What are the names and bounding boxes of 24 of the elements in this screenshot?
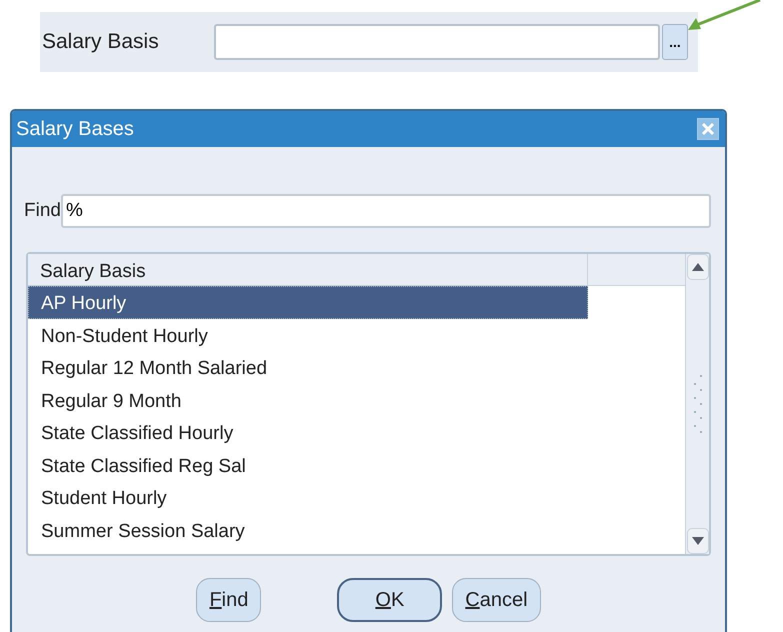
up-arrow-icon [692,263,704,271]
dialog-button[interactable]: Find [196,578,262,622]
scrollbar[interactable] [685,254,709,554]
down-arrow-icon [692,537,704,545]
dialog-button[interactable]: OK [337,578,442,622]
window-title: Salary Bases [16,117,134,142]
scroll-down-button[interactable] [686,528,708,554]
dialog-button[interactable]: Cancel [452,578,541,622]
list-row[interactable]: Summer Session Salary [28,514,588,546]
list-row[interactable]: Non-Student Hourly [28,318,588,351]
list-of-values-button[interactable]: ... [662,24,688,60]
salary-basis-field[interactable] [214,24,660,60]
find-field[interactable]: % [60,194,711,228]
list-row[interactable]: AP Hourly [28,286,588,318]
find-label: Find [24,198,61,223]
list-row[interactable]: State Classified Hourly [28,416,588,448]
list-row[interactable]: Student Hourly [28,481,588,514]
field-label: Salary Basis [42,29,160,56]
list-row[interactable]: Regular 12 Month Salaried [28,351,588,384]
close-icon [701,122,715,136]
close-button[interactable] [697,118,719,140]
list-row[interactable]: State Classified Reg Sal [28,448,588,481]
list-row[interactable]: Regular 9 Month [28,384,588,416]
scroll-up-button[interactable] [686,254,708,280]
